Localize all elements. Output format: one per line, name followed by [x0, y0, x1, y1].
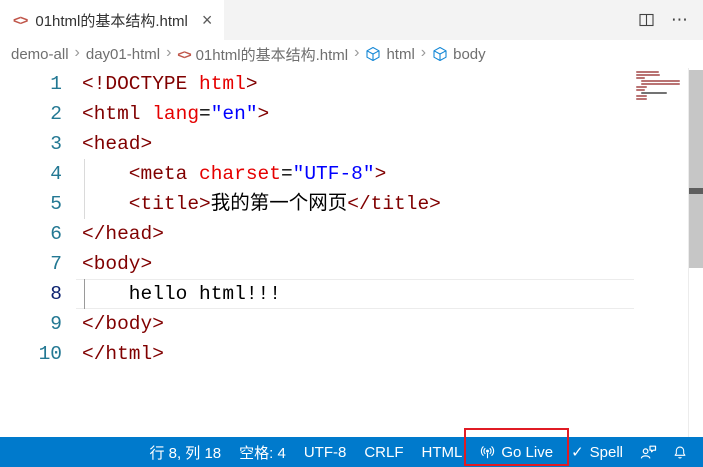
breadcrumb-item-demo-all[interactable]: demo-all: [9, 46, 71, 63]
minimap-line: [636, 71, 659, 73]
minimap-line: [636, 74, 660, 76]
code-text: </body>: [62, 309, 164, 339]
code-line[interactable]: 1<!DOCTYPE html>: [0, 69, 703, 99]
code-text: hello html!!!: [62, 279, 281, 309]
line-number[interactable]: 5: [0, 189, 62, 219]
code-text: <!DOCTYPE html>: [62, 69, 258, 99]
feedback-person-icon: [640, 445, 657, 460]
code-text: <body>: [62, 249, 152, 279]
line-number[interactable]: 4: [0, 159, 62, 189]
bell-icon: [673, 445, 687, 460]
spell-label: Spell: [590, 444, 623, 461]
code-line[interactable]: 5 <title>我的第一个网页</title>: [0, 189, 703, 219]
line-number[interactable]: 3: [0, 129, 62, 159]
line-number[interactable]: 1: [0, 69, 62, 99]
breadcrumb-item-html[interactable]: html: [363, 46, 416, 63]
status-cursor-position[interactable]: 行 8, 列 18: [140, 437, 230, 467]
tab-close-icon[interactable]: ×: [202, 11, 213, 29]
chevron-right-icon: ›: [71, 44, 84, 64]
minimap-line: [636, 98, 647, 100]
breadcrumb-label: demo-all: [11, 46, 69, 63]
breadcrumb-item-body[interactable]: body: [430, 46, 488, 63]
line-number[interactable]: 7: [0, 249, 62, 279]
vertical-scrollbar: [688, 68, 703, 437]
broadcast-icon: [480, 445, 495, 460]
status-bar: 行 8, 列 18 空格: 4 UTF-8 CRLF HTML Go Live …: [0, 437, 703, 467]
code-line[interactable]: 7<body>: [0, 249, 703, 279]
code-text: </html>: [62, 339, 164, 369]
minimap-line: [636, 86, 647, 88]
feedback-button[interactable]: [632, 437, 665, 467]
checkmark-icon: ✓: [571, 443, 584, 461]
minimap[interactable]: [632, 70, 687, 101]
code-line[interactable]: 4 <meta charset="UTF-8">: [0, 159, 703, 189]
code-editor: 1<!DOCTYPE html>2<html lang="en">3<head>…: [0, 68, 703, 437]
line-number[interactable]: 10: [0, 339, 62, 369]
go-live-label: Go Live: [501, 444, 553, 461]
code-line[interactable]: 3<head>: [0, 129, 703, 159]
status-encoding[interactable]: UTF-8: [295, 437, 356, 467]
minimap-line: [636, 89, 645, 91]
notifications-bell-button[interactable]: [665, 437, 695, 467]
breadcrumb: demo-all›day01-html›<>01html的基本结构.html›h…: [0, 40, 703, 68]
more-actions-icon[interactable]: ⋯: [671, 10, 689, 30]
code-text: </head>: [62, 219, 164, 249]
breadcrumb-item-day01-html[interactable]: day01-html: [84, 46, 162, 63]
code-lines: 1<!DOCTYPE html>2<html lang="en">3<head>…: [0, 69, 703, 369]
minimap-line: [641, 83, 680, 85]
code-line[interactable]: 9</body>: [0, 309, 703, 339]
chevron-right-icon: ›: [162, 44, 175, 64]
symbol-cube-icon: [432, 46, 448, 62]
breadcrumb-label: day01-html: [86, 46, 160, 63]
status-language-mode[interactable]: HTML: [413, 437, 472, 467]
line-number[interactable]: 2: [0, 99, 62, 129]
breadcrumb-item-01html的基本结构.html[interactable]: <> 01html的基本结构.html: [175, 44, 350, 65]
symbol-cube-icon: [365, 46, 381, 62]
code-line[interactable]: 6</head>: [0, 219, 703, 249]
overview-ruler-cursor-marker: [689, 188, 703, 194]
breadcrumb-label: body: [453, 46, 486, 63]
tab-bar: <> 01html的基本结构.html × ⋯: [0, 0, 703, 40]
line-number[interactable]: 9: [0, 309, 62, 339]
spell-checker-button[interactable]: ✓ Spell: [562, 437, 632, 467]
split-editor-icon[interactable]: [638, 12, 655, 28]
code-text: <title>我的第一个网页</title>: [62, 189, 441, 219]
code-text: <html lang="en">: [62, 99, 269, 129]
editor-actions: ⋯: [638, 0, 689, 40]
breadcrumb-label: 01html的基本结构.html: [196, 44, 349, 65]
code-line[interactable]: 8 hello html!!!: [0, 279, 703, 309]
line-number[interactable]: 8: [0, 279, 62, 309]
breadcrumb-label: html: [386, 46, 414, 63]
go-live-button[interactable]: Go Live: [471, 437, 562, 467]
minimap-line: [641, 92, 667, 94]
html-file-icon: <>: [13, 12, 27, 28]
status-indentation[interactable]: 空格: 4: [230, 437, 295, 467]
chevron-right-icon: ›: [417, 44, 430, 64]
chevron-right-icon: ›: [350, 44, 363, 64]
status-eol[interactable]: CRLF: [355, 437, 412, 467]
code-text: <head>: [62, 129, 152, 159]
code-text: <meta charset="UTF-8">: [62, 159, 386, 189]
minimap-line: [636, 95, 647, 97]
tab-active-file[interactable]: <> 01html的基本结构.html ×: [0, 0, 224, 40]
html-file-icon: <>: [177, 47, 190, 62]
code-line[interactable]: 2<html lang="en">: [0, 99, 703, 129]
code-line[interactable]: 10</html>: [0, 339, 703, 369]
vscode-window: { "colors": { "tag": "#800000", "attr": …: [0, 0, 703, 467]
minimap-line: [636, 77, 645, 79]
scrollbar-slider[interactable]: [689, 70, 703, 268]
tab-title: 01html的基本结构.html: [35, 10, 188, 31]
minimap-line: [641, 80, 680, 82]
line-number[interactable]: 6: [0, 219, 62, 249]
